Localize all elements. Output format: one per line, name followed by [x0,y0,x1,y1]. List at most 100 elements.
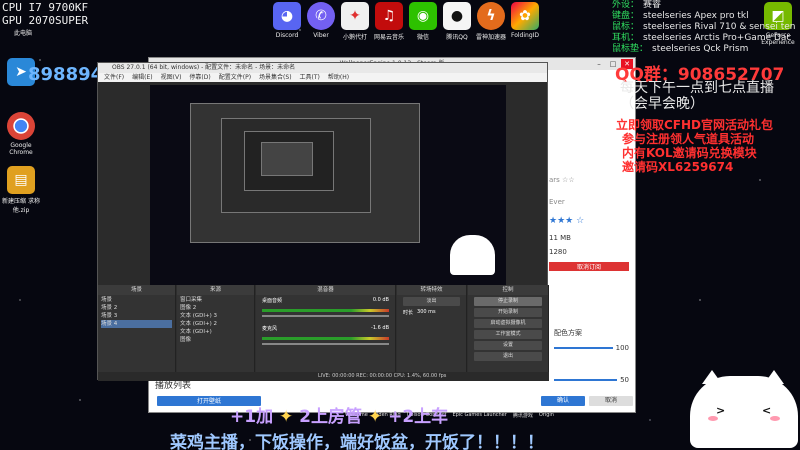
qq-icon: ● [443,2,471,30]
desktop-icon-goose[interactable]: ✦ 小鹅代打 [340,2,370,41]
gpu-label: GPU 2070SUPER [2,14,89,27]
desktop-icon-folding[interactable]: ✿ FoldingID [510,2,540,41]
scene-item-selected[interactable]: 场景 4 [101,320,172,328]
spec-key: 鼠标垫： [612,44,649,54]
volume-fader[interactable] [262,315,389,317]
cat-eye: < [762,404,772,417]
desktop-icon-thunder[interactable]: ϟ 雷神加速器 [476,2,506,41]
track-db: 0.0 dB [372,297,389,303]
ok-button[interactable]: 确认 [541,396,585,406]
stop-recording-button[interactable]: 停止录制 [474,297,542,306]
source-item[interactable]: 窗口采集 [180,296,251,304]
cat-mascot: > < [690,370,798,448]
fps-value: 50 [620,376,629,384]
scene-item[interactable]: 场景 3 [101,312,172,320]
nested-preview-1 [190,103,420,243]
launcher-origin[interactable]: Origin [539,412,554,419]
source-item[interactable]: 文本 (GDI+) 3 [180,312,251,320]
cat-ear [764,370,784,384]
desktop-icon-zip[interactable]: ▤ 新建压缩 求称他.zip [0,166,42,214]
qq-label: 腾讯QQ [446,34,468,41]
thunder-label: 雷神加速器 [476,34,507,41]
volume-value: 100 [615,344,629,352]
transitions-dock: 转场特效 淡出 时长 300 ms [397,285,467,381]
menu-docks[interactable]: 停靠(D) [189,73,210,82]
desktop-icon-viber[interactable]: ✆ Viber [306,2,336,41]
spec-value: steelseries Qck Prism [652,44,749,54]
start-recording-button[interactable]: 开始录制 [474,308,542,317]
unsubscribe-button[interactable]: 取消订阅 [549,262,629,271]
thunder-icon: ϟ [477,2,505,30]
mixer-track-mic: 麦克风 -1.6 dB [256,323,395,334]
chrome-icon [7,112,35,140]
main-banner: 菜鸡主播，下饭操作，端好饭盆，开饭了！！！！ [170,433,544,450]
viber-icon: ✆ [307,2,335,30]
desktop-icon-chrome[interactable]: Google Chrome [0,112,42,156]
peripherals-panel: 外设： 赛睿 键盘： steelseries Apex pro tkl 鼠标： ste… [612,0,795,55]
controls-dock: 控制 停止录制 开始录制 启动虚拟摄像机 工作室模式 设置 退出 [468,285,549,381]
duration-input[interactable]: 300 ms [417,309,436,316]
goose-icon: ✦ [341,2,369,30]
menu-tools[interactable]: 工具(T) [300,73,320,82]
cancel-button[interactable]: 取消 [589,396,633,406]
menu-edit[interactable]: 编辑(E) [132,73,152,82]
settings-button[interactable]: 设置 [474,341,542,350]
obs-title-bar: OBS 27.0.1 (64 bit, windows) - 配置文件：未命名 … [98,63,547,73]
spec-row: 耳机： steelseries Arctis Pro+Game Dac [612,33,791,44]
spec-row: 鼠标： steelseries Rival 710 & sensei ten [612,22,795,33]
spec-value: 赛睿 [643,0,662,10]
virtual-camera-button[interactable]: 启动虚拟摄像机 [474,319,542,328]
open-wallpaper-label: 打开壁纸 [196,398,221,405]
cat-blush [708,416,718,421]
source-item[interactable]: 图像 2 [180,304,251,312]
desktop-icon-discord[interactable]: ◕ Discord [272,2,302,41]
duration-row: 时长 300 ms [397,308,466,317]
scene-item[interactable]: 场景 2 [101,304,172,312]
launcher-epic[interactable]: Epic Games Launcher [452,412,506,419]
source-item[interactable]: 文本 (GDI+) [180,328,251,336]
spec-key: 外设： [612,0,640,10]
cat-blush [770,416,780,421]
duration-label: 时长 [403,310,414,316]
gift-icon: ✦ [367,407,383,427]
exit-button[interactable]: 退出 [474,352,542,361]
folding-label: FoldingID [510,32,540,39]
desktop-icon-qq[interactable]: ● 腾讯QQ [442,2,472,41]
music-label: 网易云音乐 [374,34,405,41]
desktop-icon-netease-music[interactable]: ♫ 网易云音乐 [374,2,404,41]
music-icon: ♫ [375,2,403,30]
spec-row: 键盘： steelseries Apex pro tkl [612,11,762,22]
scene-item[interactable]: 场景 [101,296,172,304]
volume-meter [262,337,389,340]
audio-mixer-dock: 混音器 桌面音频 0.0 dB 麦克风 -1.6 dB [256,285,396,381]
sources-dock-title: 来源 [177,285,254,295]
menu-scene-collection[interactable]: 场景集合(S) [259,73,292,82]
folding-icon: ✿ [511,2,539,30]
scenes-dock: 场景 场景 场景 2 场景 3 场景 4 [98,285,176,381]
cat-mascot-mini [450,235,495,275]
launcher-tencent[interactable]: 腾讯游戏 [513,412,533,419]
scenes-list: 场景 场景 2 场景 3 场景 4 [98,295,175,329]
obs-preview-canvas[interactable] [150,85,506,285]
discord-label: Discord [275,32,299,39]
minimize-button[interactable]: – [593,59,605,69]
mixer-dock-title: 混音器 [256,285,395,295]
track-name: 麦克风 [262,326,278,332]
fps-slider[interactable] [554,379,618,381]
menu-view[interactable]: 视图(V) [161,73,182,82]
menu-file[interactable]: 文件(F) [104,73,124,82]
transition-select[interactable]: 淡出 [403,297,460,306]
menu-profile[interactable]: 配置文件(P) [219,73,251,82]
cat-ear [702,370,722,384]
source-item[interactable]: 图像 [180,336,251,344]
discord-icon: ◕ [273,2,301,30]
source-item[interactable]: 文本 (GDI+) 2 [180,320,251,328]
volume-fader[interactable] [262,343,389,345]
menu-help[interactable]: 帮助(H) [328,73,349,82]
studio-mode-button[interactable]: 工作室模式 [474,330,542,339]
volume-slider[interactable] [554,347,613,349]
desktop-icon-wechat[interactable]: ◉ 微信 [408,2,438,41]
volume-meter [262,309,389,312]
this-pc-icon[interactable]: 此电脑 [2,28,44,37]
size-text: 11 MB [549,234,571,242]
